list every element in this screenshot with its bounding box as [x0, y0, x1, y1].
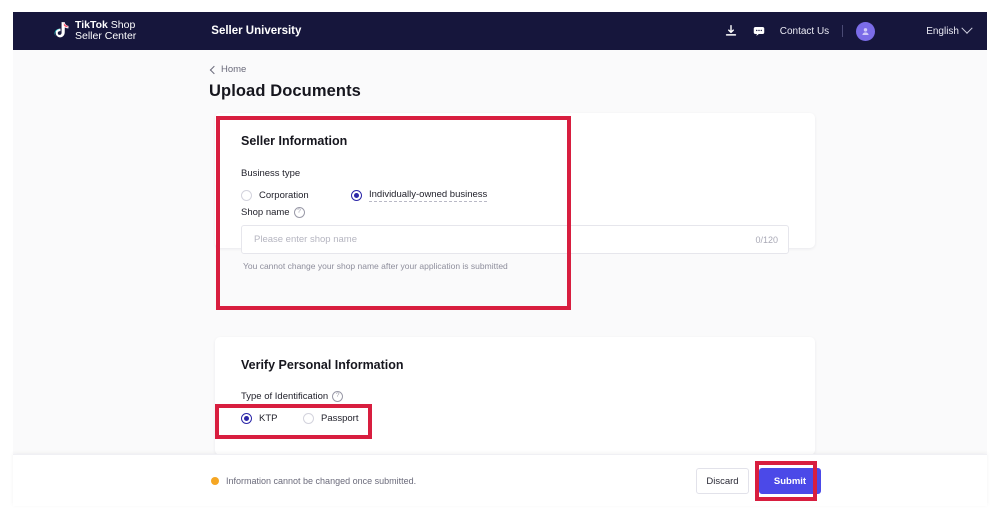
radio-option-ktp[interactable]: KTP — [241, 413, 303, 424]
shop-name-label: Shop name ? — [241, 207, 305, 218]
radio-option-passport[interactable]: Passport — [303, 413, 359, 424]
discard-button[interactable]: Discard — [696, 468, 749, 494]
app-window: TikTok Shop Seller Center Seller Univers… — [0, 0, 1000, 525]
chevron-down-icon — [961, 22, 973, 34]
radio-corporation-indicator — [241, 190, 252, 201]
radio-ktp-label: KTP — [259, 413, 278, 424]
radio-individually-owned-label: Individually-owned business — [369, 189, 488, 202]
seller-information-card: Seller Information Business type Corpora… — [215, 113, 815, 271]
download-icon[interactable] — [724, 24, 739, 39]
verify-personal-information-card: Verify Personal Information Type of Iden… — [215, 337, 815, 454]
page-content: Home Upload Documents Seller Information… — [13, 50, 987, 454]
language-selector[interactable]: English — [926, 22, 973, 37]
question-mark-icon[interactable]: ? — [293, 207, 305, 218]
chat-bubble-icon[interactable] — [752, 24, 767, 39]
footer-note-label: Information cannot be changed once submi… — [226, 476, 417, 486]
radio-corporation-label: Corporation — [259, 190, 309, 201]
warning-dot-icon — [211, 477, 219, 485]
shop-name-input-wrapper[interactable]: 0/120 — [241, 225, 789, 254]
breadcrumb[interactable]: Home — [209, 64, 247, 75]
breadcrumb-label: Home — [221, 64, 247, 75]
nav-right-group: Contact Us English — [724, 21, 973, 41]
business-type-radio-group: Corporation Individually-owned business — [241, 189, 488, 202]
brand-line1-bold: TikTok — [75, 18, 108, 31]
nav-separator — [842, 25, 844, 37]
business-type-label: Business type — [241, 168, 301, 179]
question-mark-icon[interactable]: ? — [332, 391, 344, 402]
top-navigation-bar: TikTok Shop Seller Center Seller Univers… — [13, 12, 987, 50]
language-label: English — [926, 25, 959, 37]
nav-item-seller-university[interactable]: Seller University — [211, 25, 301, 37]
radio-passport-indicator — [303, 413, 314, 424]
verify-personal-information-title: Verify Personal Information — [241, 358, 404, 372]
footer-warning-note: Information cannot be changed once submi… — [211, 476, 416, 486]
shop-name-input[interactable] — [252, 233, 748, 246]
radio-passport-label: Passport — [321, 413, 359, 424]
footer-action-bar: Information cannot be changed once submi… — [13, 454, 987, 506]
tiktok-note-icon — [54, 22, 69, 38]
radio-option-individually-owned-business[interactable]: Individually-owned business — [351, 189, 488, 202]
shop-name-counter: 0/120 — [755, 234, 778, 245]
user-avatar-icon[interactable] — [856, 21, 876, 41]
brand-logo[interactable]: TikTok Shop Seller Center — [53, 18, 137, 43]
chevron-left-icon — [209, 65, 219, 74]
radio-ktp-indicator — [241, 413, 252, 424]
brand-line2: Seller Center — [75, 30, 137, 42]
radio-option-corporation[interactable]: Corporation — [241, 190, 351, 201]
seller-information-title: Seller Information — [241, 134, 348, 148]
submit-button[interactable]: Submit — [759, 468, 821, 494]
radio-individually-owned-indicator — [351, 190, 362, 201]
identification-type-radio-group: KTP Passport — [241, 413, 359, 424]
type-of-identification-label: Type of Identification ? — [241, 391, 344, 402]
shop-name-hint: You cannot change your shop name after y… — [243, 261, 508, 271]
brand-line1-rest: Shop — [107, 18, 136, 31]
nav-item-contact-us[interactable]: Contact Us — [780, 26, 829, 37]
page-title: Upload Documents — [209, 82, 361, 100]
brand-text: TikTok Shop Seller Center — [75, 18, 137, 43]
